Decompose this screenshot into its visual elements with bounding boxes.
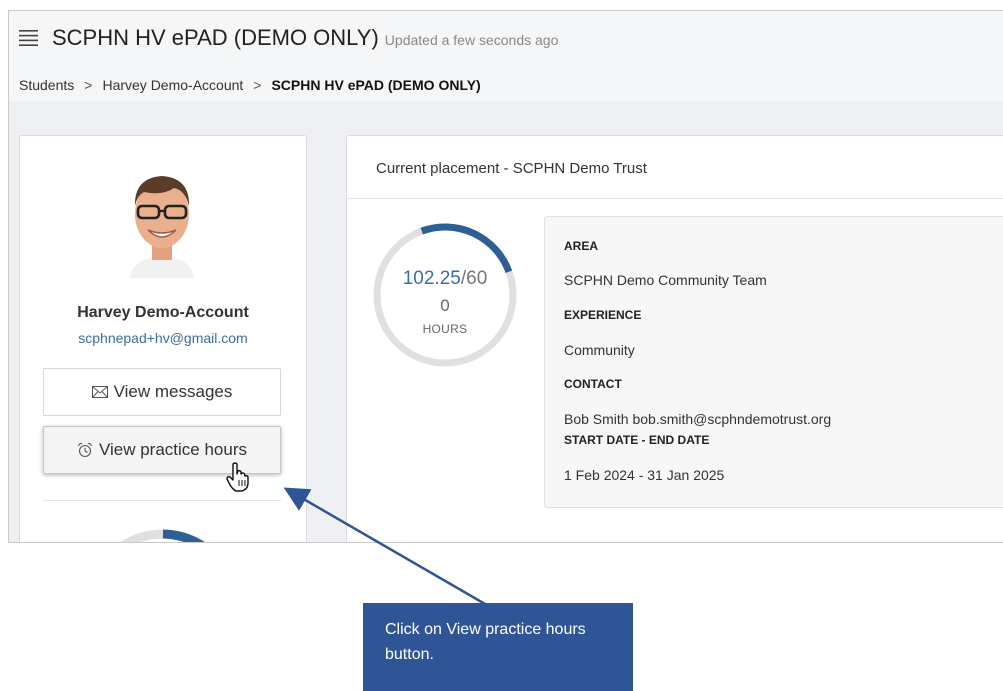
callout-arrow — [283, 487, 486, 606]
instruction-callout: Click on View practice hours button. — [363, 603, 633, 691]
